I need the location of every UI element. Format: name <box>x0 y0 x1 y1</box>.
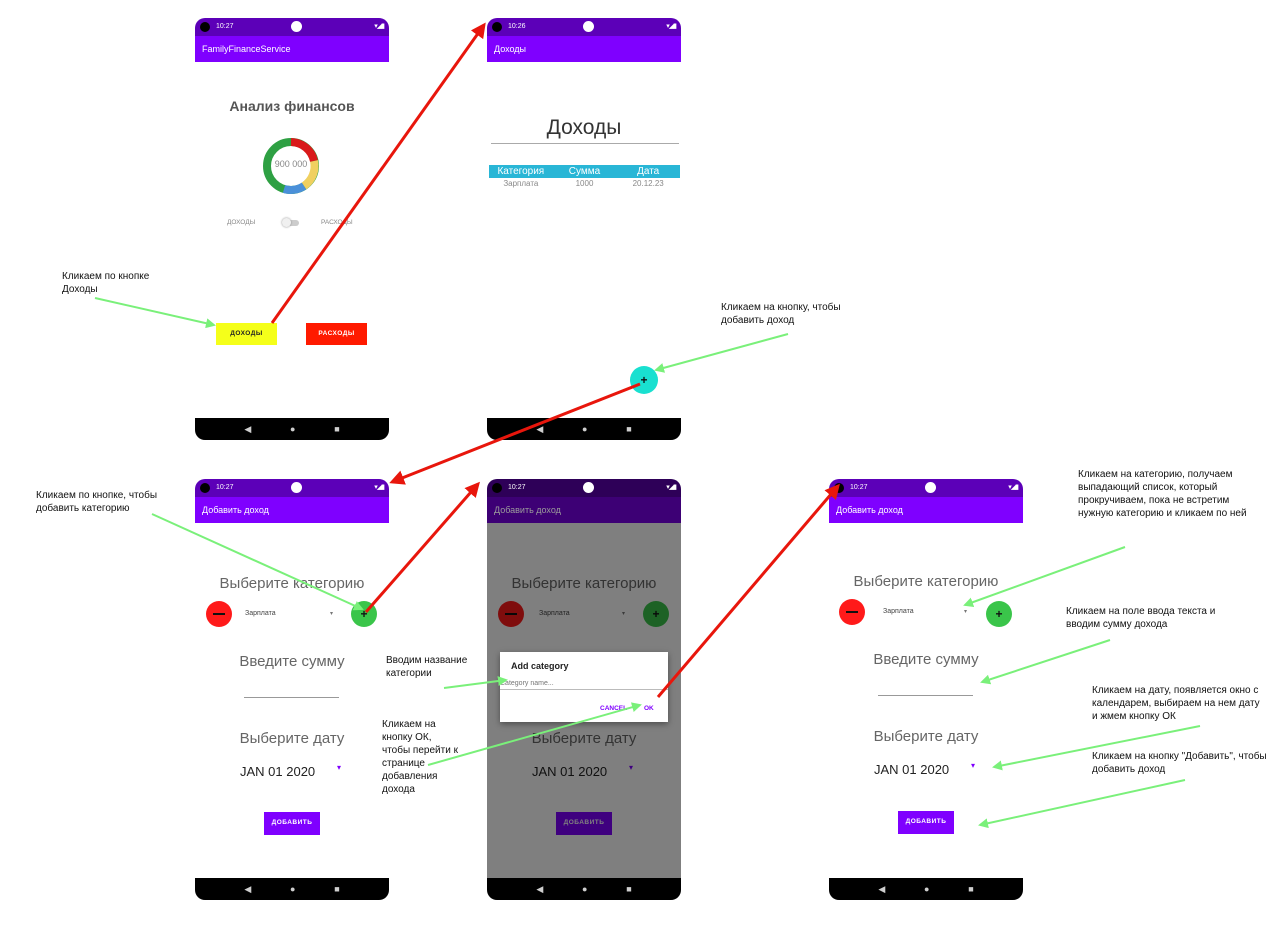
arrow-red-to-add-income <box>389 382 641 485</box>
arrow-green-add-category <box>151 513 364 611</box>
arrow-green-category <box>963 546 1126 607</box>
arrow-green-date <box>992 725 1201 771</box>
arrow-green-ok <box>427 702 642 766</box>
arrow-green-fab <box>654 333 789 373</box>
arrow-green-income <box>94 297 216 329</box>
arrow-green-sum <box>980 639 1111 685</box>
arrow-green-add <box>978 779 1186 829</box>
flow-arrows <box>94 22 1201 829</box>
arrow-green-category-name <box>443 676 508 689</box>
arrow-red-to-final <box>656 483 840 698</box>
arrow-red-to-dialog <box>364 481 480 613</box>
arrow-red-to-incomes <box>270 22 486 324</box>
